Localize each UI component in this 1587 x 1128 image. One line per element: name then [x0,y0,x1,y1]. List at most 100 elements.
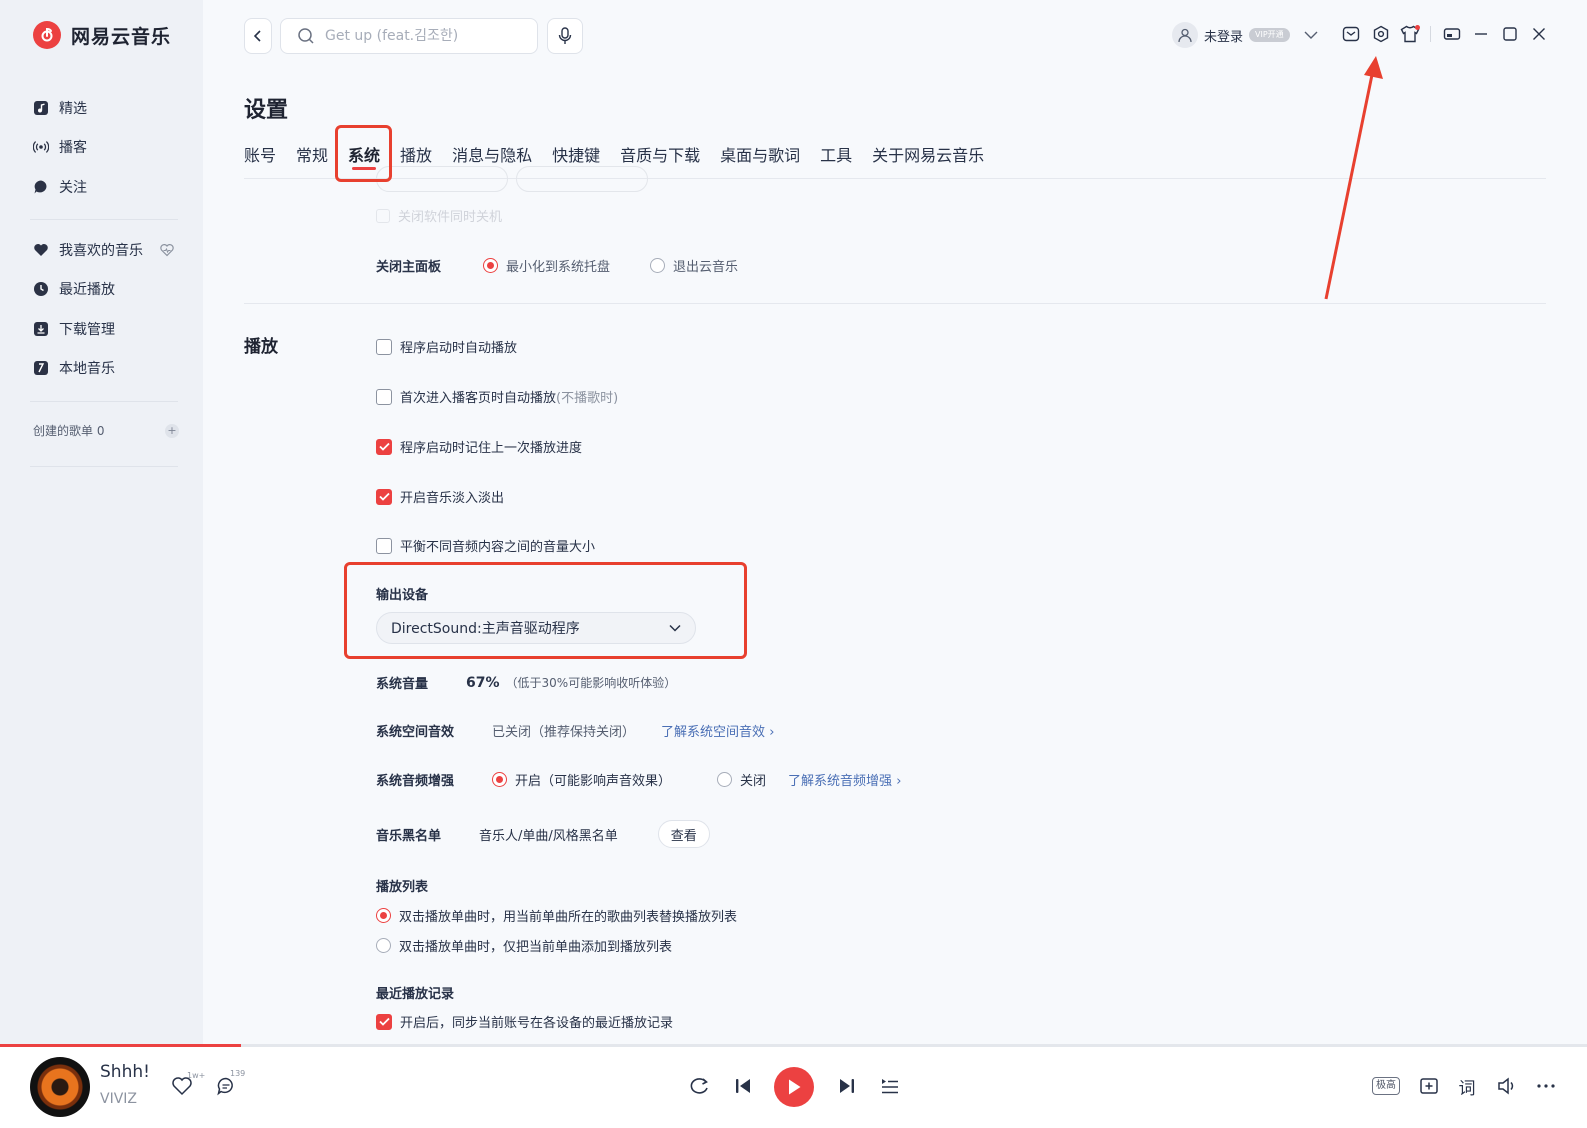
audio-enhance-link-text: 了解系统音频增强 [788,774,893,789]
playlist-replace-option[interactable]: 双击播放单曲时，用当前单曲所在的歌曲列表替换播放列表 [376,906,737,925]
add-playlist-icon[interactable]: + [165,423,179,438]
sound-quality-button[interactable]: 极高 [1372,1077,1400,1095]
system-volume-row: 系统音量 67% （低于30%可能影响收听体验） [376,673,676,693]
search-input[interactable] [325,28,515,44]
voice-search-button[interactable] [547,18,583,54]
radio-label: 开启（可能影响声音效果） [515,774,672,789]
section-divider [244,303,1546,304]
radio-button[interactable] [376,938,391,953]
sidebar-item-local-music[interactable]: 本地音乐 [33,355,115,381]
song-artist[interactable]: VIVIZ [100,1091,137,1107]
checkbox-checked[interactable] [376,1013,392,1030]
mini-mode-icon[interactable] [1442,24,1462,44]
more-button[interactable] [1533,1073,1559,1099]
maximize-icon[interactable] [1500,24,1520,44]
created-playlists-header[interactable]: 创建的歌单 0 + [33,422,179,439]
sidebar-item-podcast[interactable]: 播客 [33,134,87,160]
chevron-down-icon[interactable] [1304,30,1318,40]
sidebar-divider [30,401,178,402]
radio-label: 双击播放单曲时，用当前单曲所在的歌曲列表替换播放列表 [399,910,738,925]
tab-desktop-lyrics[interactable]: 桌面与歌词 [720,142,800,170]
radio-button[interactable] [492,772,508,787]
chevron-right-icon: › [769,725,775,740]
vip-badge[interactable]: VIP开通 [1249,28,1290,42]
checkbox-row[interactable]: 程序启动时记住上一次播放进度 [376,437,582,456]
spatial-audio-link[interactable]: 了解系统空间音效 › [661,721,774,740]
playlist-add-option[interactable]: 双击播放单曲时，仅把当前单曲添加到播放列表 [376,936,672,955]
sidebar-item-label: 关注 [59,180,87,196]
checkbox-row[interactable]: 开启音乐淡入淡出 [376,487,504,506]
output-device-label-row: 输出设备 [376,584,428,603]
checkbox-row[interactable]: 首次进入播客页时自动播放 (不播歌时) [376,387,618,406]
search-box[interactable] [280,18,538,54]
sidebar-item-follow[interactable]: 关注 [33,174,87,200]
checkbox[interactable] [376,338,392,355]
page-title: 设置 [244,98,289,123]
sidebar-item-liked-music[interactable]: 我喜欢的音乐 [33,237,175,263]
previous-button[interactable] [730,1073,756,1099]
close-panel-exit-option[interactable]: 退出云音乐 [650,256,738,275]
sidebar-item-downloads[interactable]: 下载管理 [33,316,115,342]
repeat-mode-button[interactable] [686,1073,712,1099]
comment-count: 139 [230,1069,246,1078]
audio-enhance-off-option[interactable]: 关闭 [717,770,766,789]
skin-icon[interactable] [1400,24,1420,44]
user-menu[interactable]: 未登录 VIP开通 [1172,22,1318,48]
tab-tools[interactable]: 工具 [820,142,852,170]
sidebar-item-recent[interactable]: 最近播放 [33,276,115,302]
heart-beat-icon[interactable] [159,242,175,258]
radio-button[interactable] [483,258,499,273]
settings-icon[interactable] [1371,24,1391,44]
checkbox[interactable] [376,388,392,405]
sidebar-item-label: 我喜欢的音乐 [59,243,143,259]
effects-button[interactable] [1416,1073,1442,1099]
audio-enhance-on-option[interactable]: 开启（可能影响声音效果） [492,770,671,789]
recent-sync-checkbox-row[interactable]: 开启后，同步当前账号在各设备的最近播放记录 [376,1012,673,1031]
checkbox-checked[interactable] [376,438,392,455]
audio-enhance-link[interactable]: 了解系统音频增强 › [788,770,901,789]
tab-account[interactable]: 账号 [244,142,276,170]
audio-enhance-label: 系统音频增强 [376,774,455,789]
radio-button[interactable] [376,908,391,923]
tab-about[interactable]: 关于网易云音乐 [872,142,984,170]
checkmark-icon [378,1017,390,1026]
next-button[interactable] [834,1073,860,1099]
like-button[interactable]: 1w+ [168,1071,205,1099]
radio-label: 最小化到系统托盘 [506,260,611,275]
album-cover[interactable] [30,1057,90,1117]
volume-button[interactable] [1494,1073,1520,1099]
output-device-label: 输出设备 [376,588,429,603]
minimize-icon[interactable] [1471,24,1491,44]
back-button[interactable] [244,18,272,54]
close-panel-minimize-option[interactable]: 最小化到系统托盘 [483,256,610,275]
play-button[interactable] [774,1067,814,1107]
spatial-audio-row: 系统空间音效 已关闭（推荐保持关闭） 了解系统空间音效 › [376,721,774,740]
radio-button[interactable] [717,772,733,787]
lyrics-button[interactable]: 词 [1454,1073,1480,1099]
radio-button[interactable] [650,258,666,273]
playlist-label: 播放列表 [376,880,429,895]
radio-label: 退出云音乐 [673,260,739,275]
avatar[interactable] [1172,22,1198,48]
tab-general[interactable]: 常规 [296,142,328,170]
checkbox-row[interactable]: 平衡不同音频内容之间的音量大小 [376,536,595,555]
app-logo[interactable]: 网易云音乐 [33,21,171,49]
output-device-select[interactable]: DirectSound:主声音驱动程序 [376,612,696,644]
checkbox-row[interactable]: 程序启动时自动播放 [376,337,517,356]
view-blacklist-button[interactable]: 查看 [657,820,710,848]
mail-icon[interactable] [1341,24,1361,44]
checkbox-label: 程序启动时自动播放 [400,341,518,356]
notification-dot [1415,25,1420,30]
login-status[interactable]: 未登录 [1204,26,1243,45]
close-icon[interactable] [1529,24,1549,44]
playlist-queue-button[interactable] [877,1073,903,1099]
checkbox-checked[interactable] [376,488,392,505]
audio-enhance-row: 系统音频增强 开启（可能影响声音效果） 关闭 了解系统音频增强 › [376,770,901,789]
close-panel-label: 关闭主面板 [376,260,442,275]
ghost-select [516,166,648,192]
checkbox-label: 开启后，同步当前账号在各设备的最近播放记录 [400,1016,674,1031]
song-title[interactable]: Shhh! [100,1062,150,1082]
comment-button[interactable]: 139 [212,1069,245,1099]
checkbox[interactable] [376,537,392,554]
sidebar-item-featured[interactable]: 精选 [33,95,87,121]
